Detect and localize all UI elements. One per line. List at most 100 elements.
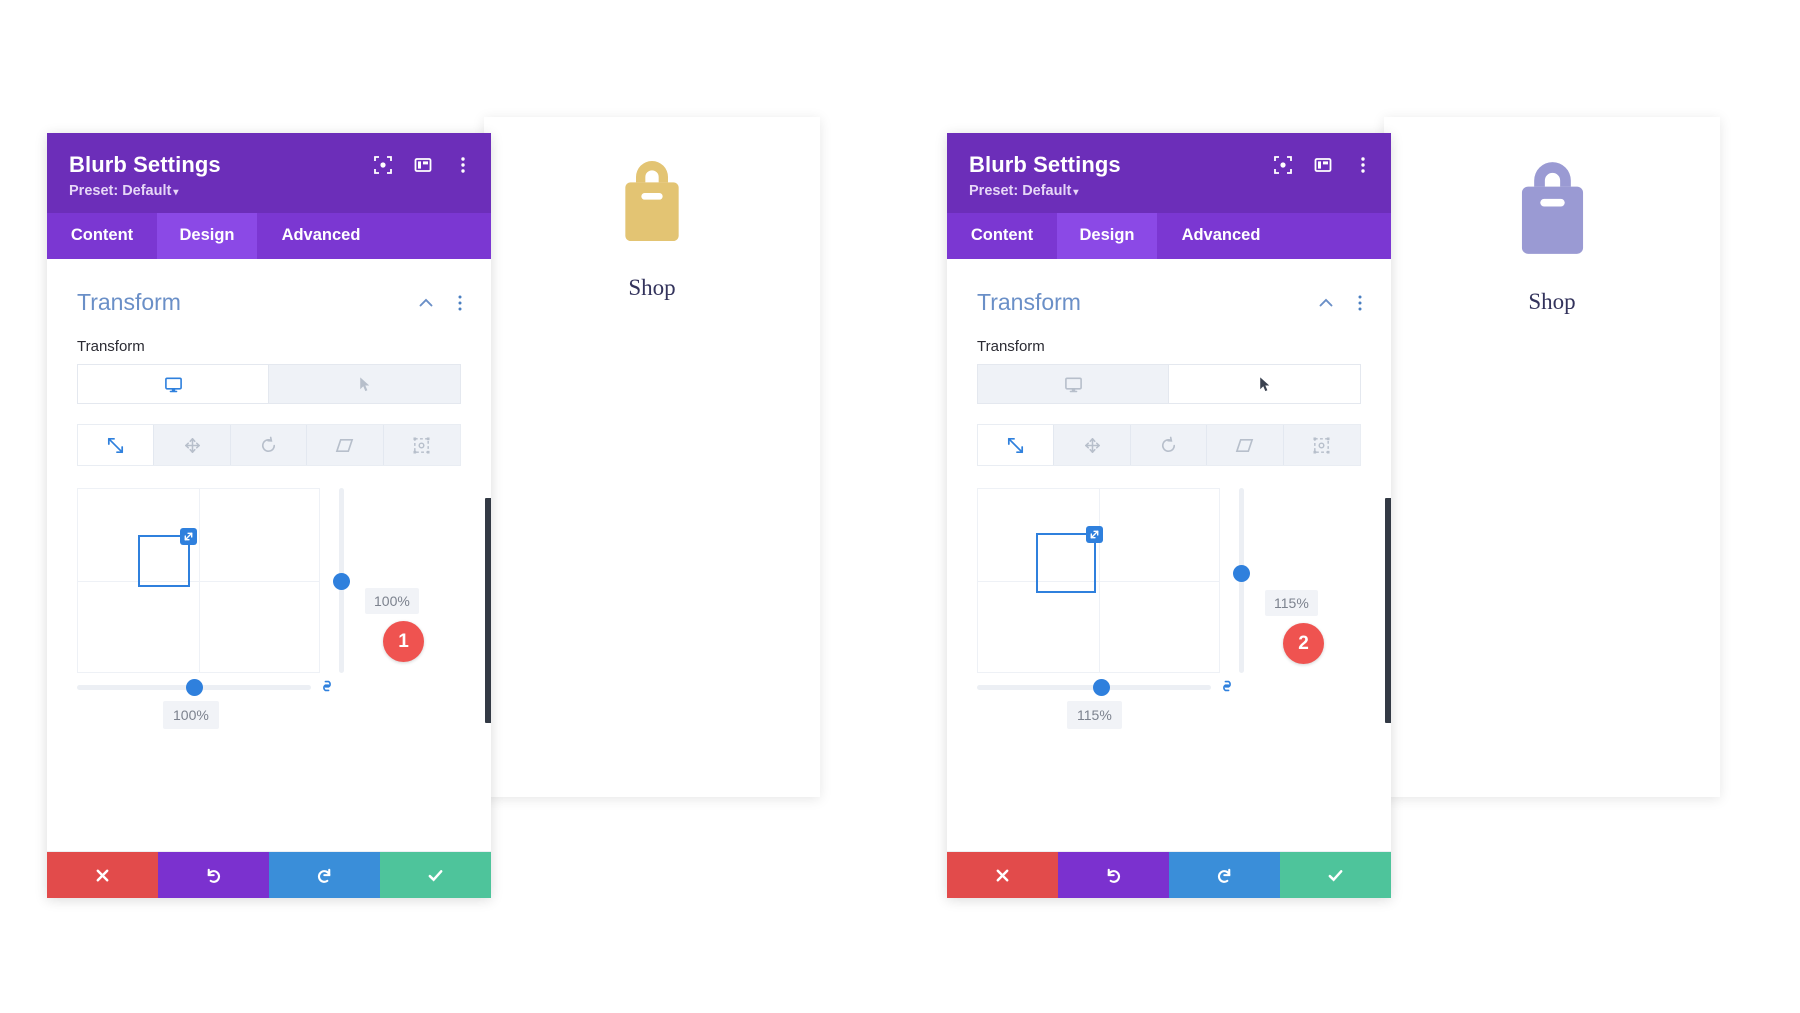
tab-advanced[interactable]: Advanced [257,213,385,259]
transform-origin-icon [1313,437,1330,454]
transform-tab-desktop[interactable] [978,365,1169,404]
modal-body: Transform Transform [947,259,1391,852]
modal-header: Blurb Settings Preset: Default ▾ [47,133,491,214]
scale-preview-box[interactable] [138,527,198,587]
scale-preview-box[interactable] [1035,526,1103,594]
redo-button[interactable] [269,852,380,898]
transform-type-skew[interactable] [1207,425,1284,466]
scale-y-value: 100% [365,587,419,614]
preset-label: Preset: Default [969,183,1072,200]
device-state-toggle [977,364,1361,405]
scale-y-value: 115% [1265,589,1318,616]
preset-label: Preset: Default [69,183,172,200]
transform-type-rotate[interactable] [231,425,308,466]
link-chain-icon[interactable] [317,676,337,696]
tab-design[interactable]: Design [157,213,257,260]
skew-parallelogram-icon [1236,438,1254,452]
undo-button[interactable] [1058,852,1169,898]
cancel-button[interactable] [47,852,158,898]
device-state-toggle [77,364,461,405]
modal-scrollbar[interactable] [485,498,491,723]
tab-content[interactable]: Content [947,213,1057,259]
transform-section-header: Transform [947,259,1391,316]
desktop-icon [1064,377,1082,392]
section-title: Transform [77,289,181,316]
more-vertical-icon[interactable] [1351,294,1369,312]
scale-diagonal-arrows-icon [108,437,124,453]
cancel-button[interactable] [947,852,1058,898]
modal-tabs: Content Design Advanced [47,213,491,260]
transform-section-header: Transform [47,259,491,316]
link-chain-icon[interactable] [1217,676,1237,696]
target-icon[interactable] [1273,155,1293,175]
transform-type-skew[interactable] [307,425,384,466]
transform-type-move[interactable] [1054,425,1131,466]
transform-type-origin[interactable] [1284,425,1360,465]
preset-selector[interactable]: Preset: Default ▾ [69,183,469,199]
scale-control-pad: 115% 115% [977,488,1327,730]
scale-y-slider-knob[interactable] [1233,565,1250,583]
resize-handle[interactable] [1085,526,1103,544]
scale-x-slider[interactable] [77,679,311,697]
transform-tab-desktop[interactable] [78,365,269,404]
preset-selector[interactable]: Preset: Default ▾ [969,183,1369,199]
cursor-pointer-icon [1260,377,1270,391]
transform-type-move[interactable] [154,425,231,466]
layout-columns-icon[interactable] [1313,155,1333,175]
resize-handle[interactable] [180,527,198,545]
scale-y-slider[interactable] [333,488,350,674]
scale-x-slider[interactable] [977,679,1211,697]
more-vertical-icon[interactable] [1353,155,1373,175]
layout-columns-icon[interactable] [413,155,433,175]
scale-x-slider-knob[interactable] [186,679,203,697]
save-button[interactable] [380,852,491,898]
transform-tab-hover[interactable] [269,365,460,403]
transform-grid[interactable] [77,488,320,674]
transform-grid[interactable] [977,488,1220,674]
tab-design[interactable]: Design [1057,213,1157,260]
section-divider [47,851,491,852]
transform-type-scale[interactable] [978,425,1055,466]
redo-button[interactable] [1169,852,1280,898]
modal-header: Blurb Settings Preset: Default ▾ [947,133,1391,214]
transform-type-scale[interactable] [78,425,155,466]
module-preview-before: Shop [484,117,820,797]
scale-y-slider-knob[interactable] [333,572,350,590]
modal-body: Transform Transform [47,259,491,852]
transform-type-origin[interactable] [384,425,460,465]
undo-button[interactable] [158,852,269,898]
blurb-settings-modal-after: Blurb Settings Preset: Default ▾ Content… [947,133,1391,898]
rotate-icon [261,436,276,452]
chevron-down-icon: ▾ [1073,187,1079,199]
check-icon [428,869,443,881]
scale-x-slider-knob[interactable] [1093,679,1111,697]
grid-line-horizontal [978,580,1219,582]
tab-advanced[interactable]: Advanced [1157,213,1285,259]
target-icon[interactable] [373,155,393,175]
more-vertical-icon[interactable] [453,155,473,175]
scale-y-slider[interactable] [1233,488,1250,674]
close-x-icon [996,869,1009,881]
modal-footer [47,852,491,898]
chevron-up-icon[interactable] [1317,294,1335,312]
save-button[interactable] [1280,852,1391,898]
more-vertical-icon[interactable] [451,294,469,312]
chevron-up-icon[interactable] [417,294,435,312]
module-preview-after: Shop [1384,117,1720,797]
transform-field-label: Transform [77,338,145,356]
skew-parallelogram-icon [336,438,354,452]
section-divider [947,851,1391,852]
transform-type-rotate[interactable] [1131,425,1208,466]
tab-content[interactable]: Content [47,213,157,259]
transform-field-label: Transform [977,338,1045,356]
desktop-icon [164,377,182,392]
modal-scrollbar[interactable] [1385,498,1391,723]
close-x-icon [96,869,109,881]
transform-tab-hover[interactable] [1169,365,1360,404]
redo-arrow-icon [1217,868,1231,883]
shopping-bag-icon [1521,162,1583,254]
expand-diagonal-icon [1090,530,1099,539]
move-four-arrows-icon [1084,437,1100,453]
shopping-bag-icon [625,161,679,241]
scale-x-value: 100% [163,701,219,730]
